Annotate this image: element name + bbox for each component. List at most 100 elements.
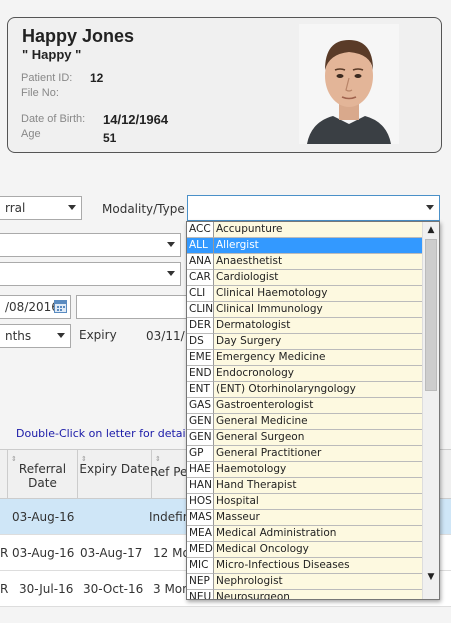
duration-select[interactable]: nths [0, 324, 71, 348]
sort-icon: ⇕ [155, 455, 161, 463]
modality-dropdown-list[interactable]: ACC Accupunture ALL Allergist ANA Anaesthetis… [186, 221, 440, 600]
col-header-label: Expiry Date [79, 462, 150, 476]
patient-photo [299, 24, 399, 144]
option-name: Day Surgery [214, 334, 423, 350]
option-code: CLI [187, 286, 214, 302]
referral-date-value: /08/2016 [5, 300, 59, 314]
dropdown-option[interactable]: NEP Nephrologist [187, 574, 423, 590]
option-code: HAE [187, 462, 214, 478]
col-header-label: Ref Pe [150, 465, 188, 479]
dropdown-option[interactable]: GEN General Medicine [187, 414, 423, 430]
option-code: CLIN [187, 302, 214, 318]
modality-label: Modality/Type [102, 202, 185, 216]
dropdown-option[interactable]: HAE Haemotology [187, 462, 423, 478]
cell-type: R [0, 546, 9, 560]
expiry-label: Expiry [79, 328, 117, 342]
scrollbar-thumb[interactable] [425, 239, 437, 391]
option-code: NEP [187, 574, 214, 590]
scroll-down-icon[interactable]: ▼ [423, 569, 439, 585]
dropdown-scrollbar[interactable]: ▲ ▼ [422, 222, 439, 599]
option-code: ALL [187, 238, 214, 254]
dropdown-option[interactable]: CAR Cardiologist [187, 270, 423, 286]
option-name: Haemotology [214, 462, 423, 478]
option-name: Endocronology [214, 366, 423, 382]
dropdown-option[interactable]: ACC Accupunture [187, 222, 423, 238]
chevron-down-icon [426, 205, 434, 210]
cell-referral-date: 03-Aug-16 [12, 510, 75, 524]
option-name: Nephrologist [214, 574, 423, 590]
scroll-up-icon[interactable]: ▲ [423, 222, 439, 238]
option-code: ENT [187, 382, 214, 398]
col-header-label: Referral Date [18, 462, 67, 490]
option-name: General Surgeon [214, 430, 423, 446]
dropdown-option[interactable]: NEU Neurosurgeon [187, 590, 423, 599]
option-code: END [187, 366, 214, 382]
referral-type-value: rral [5, 201, 26, 215]
dob-value: 14/12/1964 [103, 112, 169, 127]
dropdown-option[interactable]: MIC Micro-Infectious Diseases [187, 558, 423, 574]
option-name: Cardiologist [214, 270, 423, 286]
option-code: DS [187, 334, 214, 350]
dropdown-option[interactable]: ENT (ENT) Otorhinolaryngology [187, 382, 423, 398]
option-code: ACC [187, 222, 214, 238]
dropdown-option[interactable]: EME Emergency Medicine [187, 350, 423, 366]
option-code: GEN [187, 430, 214, 446]
dropdown-option[interactable]: MAS Masseur [187, 510, 423, 526]
duration-value: nths [5, 329, 32, 343]
dropdown-option[interactable]: DER Dermatologist [187, 318, 423, 334]
calendar-icon[interactable] [54, 300, 67, 313]
option-name: Masseur [214, 510, 423, 526]
option-code: MEA [187, 526, 214, 542]
dropdown-option[interactable]: MED Medical Oncology [187, 542, 423, 558]
col-header-type[interactable] [0, 450, 8, 500]
dropdown-option[interactable]: GP General Practitioner [187, 446, 423, 462]
dob-label: Date of Birth: [21, 113, 86, 125]
dropdown-option[interactable]: ANA Anaesthetist [187, 254, 423, 270]
dropdown-option[interactable]: HOS Hospital [187, 494, 423, 510]
patient-card: Happy Jones " Happy " Patient ID: 12 Fil… [7, 17, 442, 153]
option-code: EME [187, 350, 214, 366]
option-name: Emergency Medicine [214, 350, 423, 366]
option-code: GEN [187, 414, 214, 430]
chevron-down-icon [167, 271, 175, 276]
modality-select[interactable] [187, 195, 440, 221]
chevron-down-icon [167, 242, 175, 247]
provider-select[interactable] [0, 233, 181, 257]
file-no-label: File No: [21, 87, 59, 99]
option-name: Allergist [214, 238, 423, 254]
dropdown-option[interactable]: CLIN Clinical Immunology [187, 302, 423, 318]
cell-referral-date: 03-Aug-16 [12, 546, 75, 560]
option-code: MED [187, 542, 214, 558]
referral-type-select[interactable]: rral [0, 196, 82, 220]
dropdown-option[interactable]: CLI Clinical Haemotology [187, 286, 423, 302]
referral-date-input[interactable]: /08/2016 [0, 295, 71, 319]
option-code: CAR [187, 270, 214, 286]
dropdown-option[interactable]: END Endocronology [187, 366, 423, 382]
option-name: Gastroenterologist [214, 398, 423, 414]
dropdown-option[interactable]: HAN Hand Therapist [187, 478, 423, 494]
age-value: 51 [103, 131, 117, 145]
sort-icon: ⇕ [11, 455, 17, 463]
option-name: General Practitioner [214, 446, 423, 462]
dropdown-option[interactable]: ALL Allergist [187, 238, 423, 254]
option-code: HOS [187, 494, 214, 510]
dropdown-option[interactable]: GAS Gastroenterologist [187, 398, 423, 414]
option-name: Hand Therapist [214, 478, 423, 494]
col-header-referral-date[interactable]: ⇕ Referral Date [8, 450, 78, 500]
cell-ref-period: Indefin [149, 510, 191, 524]
option-name: Anaesthetist [214, 254, 423, 270]
col-header-expiry-date[interactable]: ⇕ Expiry Date [78, 450, 152, 500]
location-select[interactable] [0, 262, 181, 286]
patient-id-label: Patient ID: [21, 72, 73, 84]
dropdown-option[interactable]: DS Day Surgery [187, 334, 423, 350]
option-name: Clinical Immunology [214, 302, 423, 318]
option-name: General Medicine [214, 414, 423, 430]
age-label: Age [21, 128, 41, 140]
dropdown-option[interactable]: GEN General Surgeon [187, 430, 423, 446]
option-code: NEU [187, 590, 214, 599]
cell-referral-date: 30-Jul-16 [19, 582, 74, 596]
dropdown-option[interactable]: MEA Medical Administration [187, 526, 423, 542]
double-click-hint: Double-Click on letter for detail [16, 427, 189, 440]
notes-input[interactable] [76, 295, 188, 319]
option-name: Neurosurgeon [214, 590, 423, 599]
